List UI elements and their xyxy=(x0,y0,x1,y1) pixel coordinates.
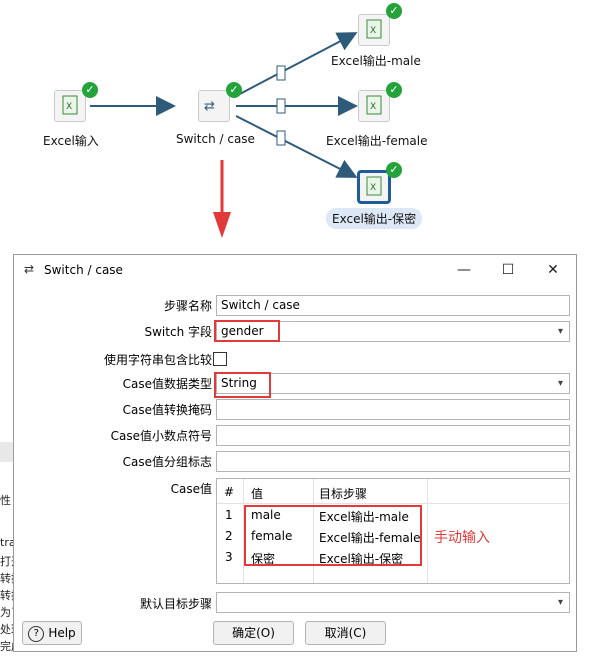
title-bar: ⇄ Switch / case — ☐ ✕ xyxy=(14,255,576,285)
col-header: # xyxy=(224,485,235,499)
col-header: 值 xyxy=(251,487,264,501)
excel-output-secret-node[interactable]: X xyxy=(357,170,391,204)
success-check-icon: ✓ xyxy=(82,82,98,98)
node-label: Switch / case xyxy=(176,132,255,146)
group-input[interactable] xyxy=(216,451,570,472)
maximize-button[interactable]: ☐ xyxy=(496,259,520,281)
bg-panel xyxy=(0,442,13,462)
success-check-icon: ✓ xyxy=(386,162,402,178)
step-name-label: 步骤名称 xyxy=(163,299,212,313)
excel-input-node[interactable]: X xyxy=(54,90,86,122)
default-target-label: 默认目标步骤 xyxy=(139,597,212,611)
step-name-input[interactable]: Switch / case xyxy=(216,295,570,316)
node-label: Excel输入 xyxy=(43,134,99,148)
cancel-button[interactable]: 取消(C) xyxy=(305,621,386,645)
svg-text:X: X xyxy=(370,26,376,36)
dialog-title: Switch / case xyxy=(44,263,123,277)
node-label: Excel输出-female xyxy=(326,134,428,148)
row-number: 3 xyxy=(225,550,233,564)
help-button[interactable]: ? Help xyxy=(22,621,82,645)
svg-text:X: X xyxy=(370,183,376,193)
mask-label: Case值转换掩码 xyxy=(122,403,212,417)
excel-file-icon: X xyxy=(366,19,382,39)
help-icon: ? xyxy=(28,625,45,642)
close-button[interactable]: ✕ xyxy=(541,259,565,281)
switch-field-label: Switch 字段 xyxy=(144,325,213,339)
excel-output-female-node[interactable]: X xyxy=(358,90,390,122)
chevron-down-icon: ▾ xyxy=(557,597,563,608)
success-check-icon: ✓ xyxy=(386,3,402,19)
switch-arrows-icon: ⇄ xyxy=(204,99,215,114)
switch-case-dialog: ⇄ Switch / case — ☐ ✕ 步骤名称 Switch / case… xyxy=(13,254,577,652)
row-number: 1 xyxy=(225,508,233,522)
node-label: Excel输出-保密 xyxy=(326,208,423,229)
mask-input[interactable] xyxy=(216,399,570,420)
case-values-label: Case值 xyxy=(170,482,212,496)
datatype-label: Case值数据类型 xyxy=(122,377,212,391)
excel-output-male-node[interactable]: X xyxy=(358,14,390,46)
decimal-label: Case值小数点符号 xyxy=(110,429,212,443)
chevron-down-icon: ▾ xyxy=(557,326,563,337)
col-header: 目标步骤 xyxy=(319,487,368,501)
success-check-icon: ✓ xyxy=(226,82,242,98)
svg-text:X: X xyxy=(370,102,376,112)
excel-file-icon: X xyxy=(366,176,382,196)
switch-case-node[interactable]: ⇄ xyxy=(198,90,230,122)
switch-arrows-icon: ⇄ xyxy=(24,262,35,276)
svg-text:⇄: ⇄ xyxy=(204,99,215,114)
ok-button[interactable]: 确定(O) xyxy=(213,621,294,645)
node-label: Excel输出-male xyxy=(331,54,421,68)
svg-text:X: X xyxy=(66,102,72,112)
contains-compare-label: 使用字符串包含比较 xyxy=(103,353,212,367)
contains-compare-checkbox[interactable] xyxy=(213,352,227,366)
highlight-box xyxy=(214,372,271,398)
minimize-button[interactable]: — xyxy=(452,259,476,281)
excel-file-icon: X xyxy=(62,95,78,115)
success-check-icon: ✓ xyxy=(386,82,402,98)
chevron-down-icon: ▾ xyxy=(557,378,563,389)
group-label: Case值分组标志 xyxy=(122,455,212,469)
highlight-box xyxy=(244,505,422,566)
highlight-box xyxy=(214,320,280,342)
bg-text: 性 xyxy=(0,494,11,507)
row-number: 2 xyxy=(225,529,233,543)
excel-file-icon: X xyxy=(366,95,382,115)
flow-connections xyxy=(90,32,358,238)
default-target-select[interactable]: ▾ xyxy=(216,592,570,613)
decimal-input[interactable] xyxy=(216,425,570,446)
annotation-text: 手动输入 xyxy=(434,530,490,546)
